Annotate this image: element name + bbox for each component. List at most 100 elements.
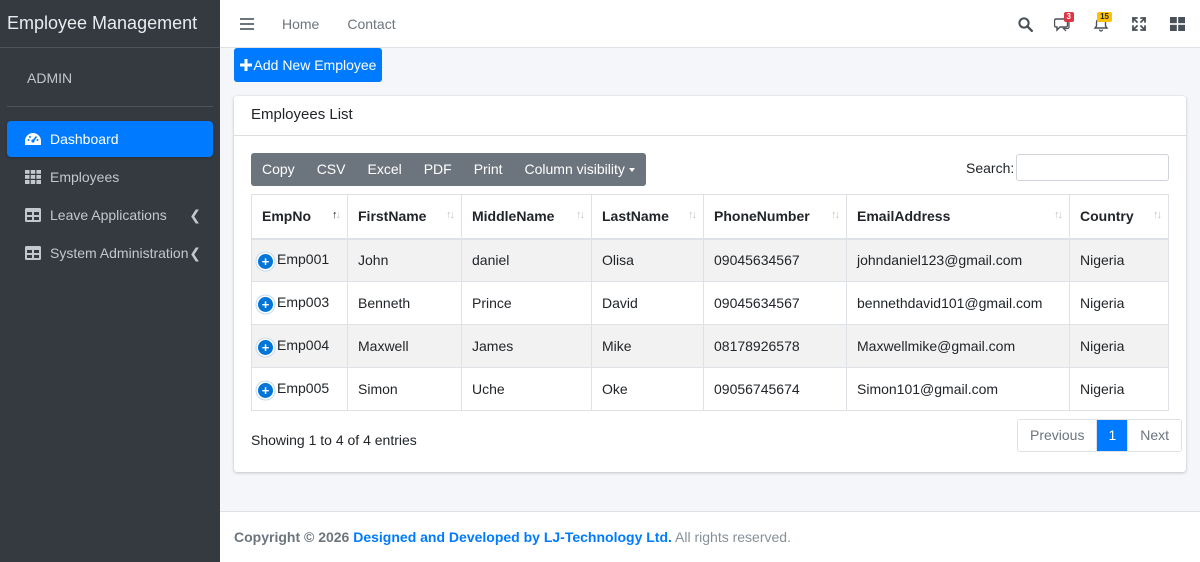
cell-middlename: daniel	[461, 238, 592, 282]
cell-empno: Emp005	[277, 380, 330, 396]
cell-country: Nigeria	[1069, 281, 1169, 325]
table-row: + Emp001 John daniel Olisa 09045634567 jo…	[251, 238, 1169, 282]
fullscreen-icon[interactable]	[1122, 0, 1156, 48]
plus-icon	[239, 59, 252, 71]
expand-row-icon[interactable]: +	[258, 340, 273, 355]
search-label: Search:	[966, 160, 1015, 176]
expand-row-icon[interactable]: +	[258, 254, 273, 270]
column-header-empno[interactable]: EmpNo ↑↓	[251, 194, 348, 240]
table-info: Showing 1 to 4 of 4 entries	[251, 432, 417, 448]
table-row: + Emp003 Benneth Prince David 09045634567…	[251, 281, 1169, 325]
add-new-employee-button[interactable]: Add New Employee	[234, 48, 382, 82]
csv-button[interactable]: CSV	[306, 153, 357, 186]
excel-button[interactable]: Excel	[356, 153, 412, 186]
expand-row-icon[interactable]: +	[258, 297, 273, 312]
column-visibility-label: Column visibility	[524, 161, 625, 177]
cell-lastname: Oke	[591, 367, 704, 411]
cell-lastname: Mike	[591, 324, 704, 368]
sidebar-item-employees[interactable]: Employees	[7, 159, 213, 195]
sort-icon: ↑↓	[1054, 209, 1063, 221]
pdf-button[interactable]: PDF	[413, 153, 463, 186]
caret-down-icon	[628, 168, 635, 173]
sidebar-item-label: Employees	[50, 169, 120, 185]
page-1-button[interactable]: 1	[1096, 420, 1128, 451]
tachometer-icon	[23, 131, 43, 147]
top-navbar: Home Contact 3 15	[220, 0, 1200, 48]
notifications-icon[interactable]: 15	[1084, 0, 1118, 48]
sidebar-item-label: Dashboard	[50, 131, 119, 147]
column-visibility-button[interactable]: Column visibility	[514, 153, 646, 186]
messages-icon[interactable]: 3	[1046, 0, 1080, 48]
cell-phone: 09045634567	[703, 281, 847, 325]
previous-page-button[interactable]: Previous	[1018, 420, 1097, 451]
sidebar-item-label: System Administration	[50, 245, 189, 261]
footer: Copyright © 2026 Designed and Developed …	[220, 511, 1200, 562]
sort-icon: ↑↓	[446, 209, 455, 221]
cell-empno: Emp003	[277, 294, 330, 310]
search-icon[interactable]	[1008, 0, 1042, 48]
developer-link[interactable]: Designed and Developed by LJ-Technology …	[353, 529, 672, 545]
column-header-emailaddress[interactable]: EmailAddress ↑↓	[846, 194, 1070, 240]
expand-row-icon[interactable]: +	[258, 383, 273, 398]
cell-country: Nigeria	[1069, 238, 1169, 282]
brand-title[interactable]: Employee Management	[0, 0, 220, 48]
cell-country: Nigeria	[1069, 324, 1169, 368]
sidebar: Employee Management ADMIN Dashboard Empl…	[0, 0, 220, 562]
card-title: Employees List	[234, 96, 1186, 136]
column-header-lastname[interactable]: LastName ↑↓	[591, 194, 704, 240]
add-new-employee-label: Add New Employee	[253, 57, 377, 73]
cell-email: johndaniel123@gmail.com	[846, 238, 1070, 282]
chevron-left-icon: ❮	[189, 244, 201, 261]
cell-lastname: David	[591, 281, 704, 325]
cell-email: Simon101@gmail.com	[846, 367, 1070, 411]
navbar-right: 3 15	[1004, 0, 1200, 48]
sort-icon: ↑↓	[831, 209, 840, 221]
cell-empno: Emp004	[277, 337, 330, 353]
table-row: + Emp005 Simon Uche Oke 09056745674 Simon…	[251, 367, 1169, 411]
cell-middlename: James	[461, 324, 592, 368]
next-page-button[interactable]: Next	[1127, 420, 1182, 451]
cell-firstname: Simon	[347, 367, 462, 411]
cell-phone: 09045634567	[703, 238, 847, 282]
employees-table: EmpNo ↑↓ FirstName ↑↓ MiddleName ↑↓ LastNam…	[251, 194, 1169, 411]
nav-link-home[interactable]: Home	[282, 16, 319, 32]
cell-phone: 08178926578	[703, 324, 847, 368]
cell-country: Nigeria	[1069, 367, 1169, 411]
hamburger-menu-icon[interactable]	[240, 17, 254, 30]
nav-link-contact[interactable]: Contact	[347, 16, 395, 32]
print-button[interactable]: Print	[463, 153, 514, 186]
cell-middlename: Uche	[461, 367, 592, 411]
table-header-row: EmpNo ↑↓ FirstName ↑↓ MiddleName ↑↓ LastNam…	[251, 194, 1169, 240]
sidebar-item-label: Leave Applications	[50, 207, 167, 223]
copyright-text: Copyright © 2026	[234, 529, 350, 545]
user-name[interactable]: ADMIN	[7, 48, 213, 107]
sidebar-nav: Dashboard Employees Leave Applications ❮…	[0, 107, 220, 271]
cell-firstname: John	[347, 238, 462, 282]
sort-icon: ↑↓	[688, 209, 697, 221]
search-input[interactable]	[1016, 154, 1169, 181]
chevron-left-icon: ❮	[189, 206, 201, 223]
column-header-country[interactable]: Country ↑↓	[1069, 194, 1169, 240]
sidebar-item-leave-applications[interactable]: Leave Applications ❮	[7, 197, 213, 233]
copy-button[interactable]: Copy	[251, 153, 306, 186]
export-button-group: Copy CSV Excel PDF Print Column visibili…	[251, 153, 646, 186]
table-icon	[23, 207, 43, 223]
sort-icon: ↑↓	[576, 209, 585, 221]
rights-text: All rights reserved.	[675, 529, 791, 545]
sidebar-item-dashboard[interactable]: Dashboard	[7, 121, 213, 157]
cell-firstname: Benneth	[347, 281, 462, 325]
table-row: + Emp004 Maxwell James Mike 08178926578 M…	[251, 324, 1169, 368]
sidebar-item-system-administration[interactable]: System Administration ❮	[7, 235, 213, 271]
column-header-middlename[interactable]: MiddleName ↑↓	[461, 194, 592, 240]
column-header-phonenumber[interactable]: PhoneNumber ↑↓	[703, 194, 847, 240]
notifications-badge: 15	[1097, 12, 1112, 22]
sort-asc-icon: ↑↓	[332, 209, 341, 221]
control-sidebar-icon[interactable]	[1160, 0, 1194, 48]
cell-phone: 09056745674	[703, 367, 847, 411]
cell-empno: Emp001	[277, 251, 330, 268]
employees-card: Employees List Copy CSV Excel PDF Print …	[234, 96, 1186, 472]
column-header-firstname[interactable]: FirstName ↑↓	[347, 194, 462, 240]
grid-icon	[23, 169, 43, 185]
cell-email: Maxwellmike@gmail.com	[846, 324, 1070, 368]
cell-lastname: Olisa	[591, 238, 704, 282]
